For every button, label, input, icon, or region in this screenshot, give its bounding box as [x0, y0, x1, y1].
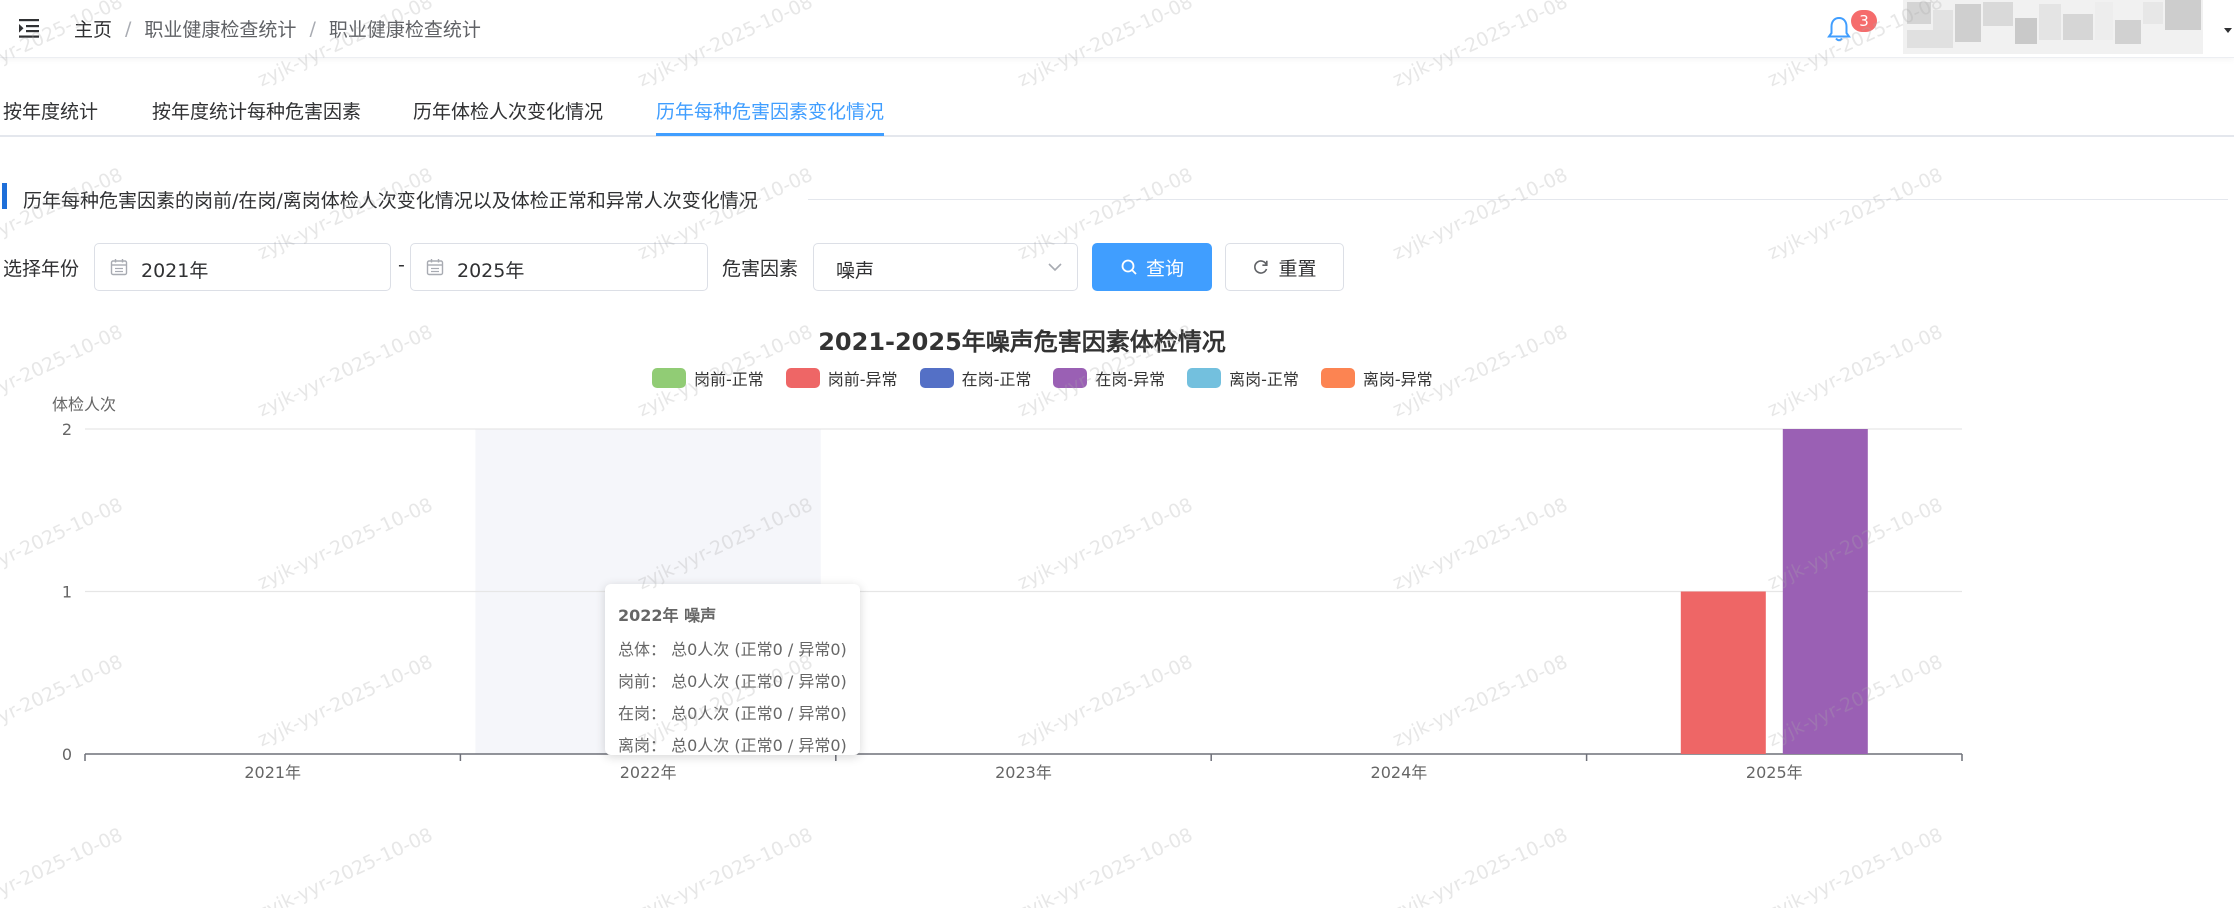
- y-tick-label: 0: [62, 745, 72, 764]
- tooltip-row-total: 总体： 总0人次 (正常0 / 异常0): [618, 640, 847, 659]
- tooltip-row-on: 在岗： 总0人次 (正常0 / 异常0): [618, 704, 847, 723]
- x-tick-label: 2024年: [1371, 763, 1428, 782]
- tooltip-row-post: 离岗： 总0人次 (正常0 / 异常0): [618, 736, 847, 755]
- bar-岗前-异常: [1680, 591, 1766, 754]
- x-tick-label: 2021年: [244, 763, 301, 782]
- x-tick-label: 2025年: [1746, 763, 1803, 782]
- bar-chart: 0 1 2 2021年 2022年 2023年 2024年 2025年: [62, 420, 1963, 782]
- chart-tooltip: 2022年 噪声 总体： 总0人次 (正常0 / 异常0) 岗前： 总0人次 (…: [605, 584, 860, 755]
- bar-在岗-异常: [1782, 429, 1868, 754]
- x-tick-label: 2023年: [995, 763, 1052, 782]
- tooltip-row-pre: 岗前： 总0人次 (正常0 / 异常0): [618, 672, 847, 691]
- y-tick-label: 2: [62, 420, 72, 439]
- x-tick-label: 2022年: [620, 763, 677, 782]
- page-root: 主页 / 职业健康检查统计 / 职业健康检查统计 3 按年度统计 按年度统计每种…: [0, 0, 2234, 908]
- y-tick-label: 1: [62, 583, 72, 602]
- tooltip-title: 2022年 噪声: [618, 606, 717, 625]
